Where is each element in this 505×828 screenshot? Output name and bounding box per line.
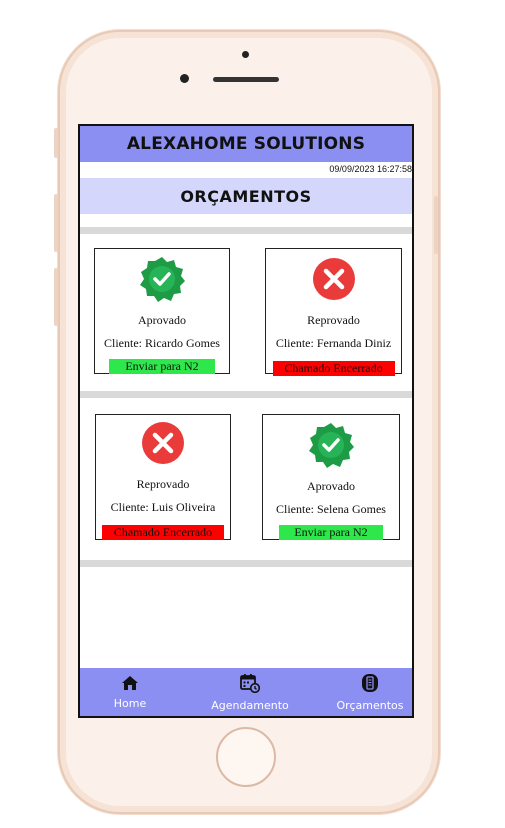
send-to-n2-button[interactable]: Enviar para N2 (279, 525, 383, 540)
check-badge-icon (307, 421, 355, 473)
client-label: Cliente: Fernanda Diniz (275, 336, 392, 350)
document-icon (361, 673, 379, 697)
client-label: Cliente: Luis Oliveira (110, 500, 216, 514)
chamado-encerrado-button[interactable]: Chamado Encerrado (272, 361, 395, 376)
status-label: Reprovado (136, 477, 190, 491)
send-to-n2-button[interactable]: Enviar para N2 (109, 359, 215, 374)
divider (80, 560, 412, 567)
page-title: ORÇAMENTOS (180, 186, 312, 206)
section-header: ORÇAMENTOS (80, 178, 412, 214)
timestamp: 09/09/2023 16:27:58 (329, 164, 412, 174)
bottom-nav: Home Agendamento Orçamentos (80, 668, 412, 716)
check-badge-icon (138, 255, 186, 307)
phone-side-button (54, 268, 58, 326)
budget-card[interactable]: Reprovado Cliente: Fernanda Diniz Chamad… (265, 248, 402, 376)
phone-front-camera (180, 74, 189, 83)
nav-home[interactable]: Home (102, 668, 158, 716)
budget-card[interactable]: Reprovado Cliente: Luis Oliveira Chamado… (95, 414, 231, 540)
phone-side-button (54, 194, 58, 252)
house-icon (121, 675, 139, 695)
nav-agendamento[interactable]: Agendamento (202, 668, 298, 716)
phone-side-button (54, 128, 58, 158)
phone-sensor (242, 51, 249, 58)
calendar-clock-icon (240, 673, 261, 697)
divider (80, 227, 412, 234)
x-circle-icon (141, 421, 185, 469)
chamado-encerrado-button[interactable]: Chamado Encerrado (102, 525, 224, 540)
status-label: Aprovado (307, 479, 355, 493)
x-circle-icon (312, 255, 356, 305)
phone-home-button[interactable] (216, 727, 276, 787)
app-header: ALEXAHOME SOLUTIONS (80, 126, 412, 162)
phone-speaker (213, 77, 279, 82)
nav-home-label: Home (113, 696, 147, 710)
status-label: Aprovado (138, 313, 186, 327)
nav-agendamento-label: Agendamento (211, 698, 289, 712)
budget-card[interactable]: Aprovado Cliente: Selena Gomes Enviar pa… (262, 414, 400, 540)
nav-orcamentos-label: Orçamentos (336, 698, 404, 712)
budget-card[interactable]: Aprovado Cliente: Ricardo Gomes Enviar p… (94, 248, 230, 374)
nav-orcamentos[interactable]: Orçamentos (330, 668, 410, 716)
divider (80, 391, 412, 398)
client-label: Cliente: Ricardo Gomes (104, 336, 220, 350)
app-title: ALEXAHOME SOLUTIONS (126, 134, 366, 154)
status-label: Reprovado (307, 313, 360, 327)
app-screen: ALEXAHOME SOLUTIONS 09/09/2023 16:27:58 … (78, 124, 414, 718)
phone-side-button (434, 196, 438, 254)
client-label: Cliente: Selena Gomes (276, 502, 386, 516)
